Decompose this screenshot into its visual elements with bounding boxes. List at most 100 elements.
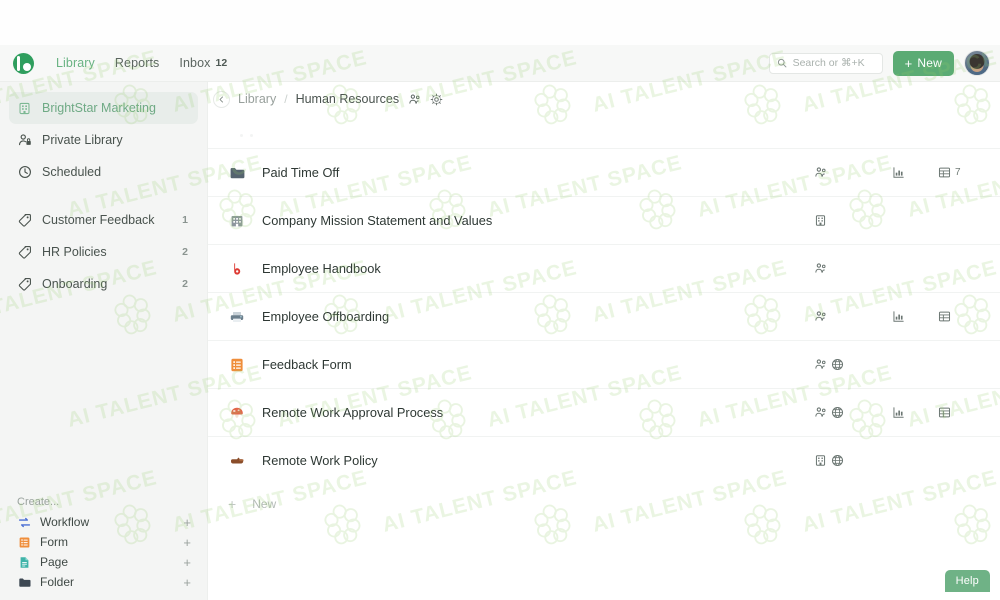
nav-item-library[interactable]: Library xyxy=(46,52,105,74)
table-row[interactable]: Company Mission Statement and Values xyxy=(208,196,1000,244)
folder-icon xyxy=(226,165,248,181)
add-icon[interactable]: + xyxy=(183,516,191,529)
nav-label-inbox: Inbox xyxy=(179,56,211,70)
table-icon xyxy=(938,407,951,418)
sidebar-item-label: Customer Feedback xyxy=(42,213,155,227)
sidebar-item-onboarding[interactable]: Onboarding 2 xyxy=(9,268,198,300)
row-share-slot[interactable] xyxy=(814,262,892,275)
table-row[interactable]: Remote Work Policy xyxy=(208,436,1000,484)
sidebar-item-scheduled[interactable]: Scheduled xyxy=(9,156,198,188)
pointing-hand-icon xyxy=(226,453,248,469)
app-window: Library Reports Inbox 12 Search or ⌘+K + … xyxy=(0,0,1000,600)
globe-icon xyxy=(831,358,844,371)
inbox-badge: 12 xyxy=(215,57,228,69)
new-item-label: New xyxy=(252,497,277,511)
row-meta xyxy=(814,262,978,275)
collapse-sidebar-button[interactable] xyxy=(213,90,230,108)
breadcrumb-separator: / xyxy=(284,92,288,106)
breadcrumb-library[interactable]: Library xyxy=(238,92,276,106)
create-item-form[interactable]: Form + xyxy=(9,532,199,552)
new-item-row[interactable]: + New xyxy=(208,484,1000,524)
create-item-folder[interactable]: Folder + xyxy=(9,572,199,592)
building-icon xyxy=(226,213,248,229)
add-icon[interactable]: + xyxy=(183,576,191,589)
breadcrumb-current[interactable]: Human Resources xyxy=(296,92,400,106)
row-chart-slot[interactable] xyxy=(892,310,938,323)
add-icon[interactable]: + xyxy=(183,556,191,569)
scrolled-partial-row xyxy=(208,122,1000,148)
people-share-icon xyxy=(815,407,826,417)
sidebar-top-group: BrightStar Marketing Private Library Sch… xyxy=(0,82,207,300)
people-share-icon[interactable] xyxy=(408,93,421,106)
sidebar-item-count: 2 xyxy=(182,246,188,258)
sidebar-item-private-library[interactable]: Private Library xyxy=(9,124,198,156)
globe-icon xyxy=(831,454,844,467)
nav-item-inbox[interactable]: Inbox 12 xyxy=(169,52,237,74)
table-row[interactable]: Employee Offboarding xyxy=(208,292,1000,340)
row-meta xyxy=(814,358,978,371)
help-button-label: Help xyxy=(955,575,979,587)
top-blank-band xyxy=(0,0,1000,45)
row-table-slot[interactable] xyxy=(938,310,978,323)
row-share-slot[interactable] xyxy=(814,310,892,323)
row-share-slot[interactable] xyxy=(814,166,892,179)
row-chart-slot[interactable] xyxy=(892,406,938,419)
row-title: Remote Work Policy xyxy=(262,453,378,468)
private-person-icon xyxy=(17,133,32,148)
row-table-slot[interactable] xyxy=(938,406,978,419)
brand-b-logo-icon xyxy=(12,52,34,74)
bar-chart-icon xyxy=(893,167,904,178)
page-icon xyxy=(17,555,31,569)
search-placeholder: Search or ⌘+K xyxy=(792,57,865,69)
sidebar: BrightStar Marketing Private Library Sch… xyxy=(0,82,208,600)
logo[interactable] xyxy=(6,52,40,74)
document-list: Paid Time Off 7 Company Mission Statemen… xyxy=(208,122,1000,524)
building-small-icon xyxy=(815,215,826,226)
sidebar-item-customer-feedback[interactable]: Customer Feedback 1 xyxy=(9,204,198,236)
row-share-slot[interactable] xyxy=(814,406,892,419)
ghost-dot-icon xyxy=(250,133,253,137)
gear-icon[interactable] xyxy=(430,93,443,106)
row-share-slot[interactable] xyxy=(814,214,892,227)
help-button[interactable]: Help xyxy=(944,570,990,592)
people-share-icon xyxy=(815,311,826,321)
new-button[interactable]: + New xyxy=(892,50,954,76)
row-meta xyxy=(814,310,978,323)
building-small-icon xyxy=(815,455,826,466)
row-meta: 7 xyxy=(814,166,978,179)
sidebar-item-hr-policies[interactable]: HR Policies 2 xyxy=(9,236,198,268)
row-share-slot[interactable] xyxy=(814,454,892,467)
nav-label-reports: Reports xyxy=(114,56,160,70)
create-item-page[interactable]: Page + xyxy=(9,552,199,572)
add-icon[interactable]: + xyxy=(183,536,191,549)
avatar[interactable] xyxy=(964,50,990,76)
sidebar-item-brightstar-marketing[interactable]: BrightStar Marketing xyxy=(9,92,198,124)
row-meta xyxy=(814,406,978,419)
table-row[interactable]: Paid Time Off 7 xyxy=(208,148,1000,196)
create-item-workflow[interactable]: Workflow + xyxy=(9,512,199,532)
table-row[interactable]: Remote Work Approval Process xyxy=(208,388,1000,436)
row-table-slot[interactable]: 7 xyxy=(938,166,978,179)
table-row[interactable]: Feedback Form xyxy=(208,340,1000,388)
building-icon xyxy=(17,101,32,116)
ghost-dot-icon xyxy=(240,133,243,137)
row-chart-slot[interactable] xyxy=(892,166,938,179)
main-content: Library / Human Resources Paid Time Off … xyxy=(208,82,1000,600)
row-title: Company Mission Statement and Values xyxy=(262,213,493,228)
sidebar-item-label: BrightStar Marketing xyxy=(42,101,156,115)
row-meta xyxy=(814,214,978,227)
nav-item-reports[interactable]: Reports xyxy=(105,52,169,74)
search-input[interactable]: Search or ⌘+K xyxy=(768,52,883,74)
clock-icon xyxy=(17,165,32,180)
sidebar-item-label: HR Policies xyxy=(42,245,107,259)
brand-b-red-icon xyxy=(226,261,248,277)
globe-icon xyxy=(831,406,844,419)
table-row[interactable]: Employee Handbook xyxy=(208,244,1000,292)
people-share-icon xyxy=(815,263,826,273)
main-nav: Library Reports Inbox 12 xyxy=(46,52,237,74)
plus-icon: + xyxy=(228,496,237,512)
row-share-slot[interactable] xyxy=(814,358,892,371)
row-table-count: 7 xyxy=(955,167,961,178)
sidebar-item-label: Onboarding xyxy=(42,277,108,291)
create-section: Create... Workflow + Form + Page + Folde… xyxy=(0,496,208,592)
